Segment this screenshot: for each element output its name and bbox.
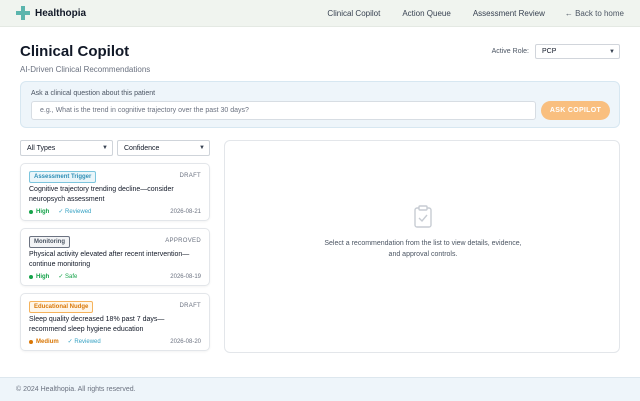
priority-label: Medium [36,338,59,345]
recommendation-type-badge: Educational Nudge [29,301,94,313]
nav-link-assessment-review[interactable]: Assessment Review [473,9,545,18]
nav-link-clinical-copilot[interactable]: Clinical Copilot [327,9,380,18]
top-navigation-bar: Healthopia Clinical Copilot Action Queue… [0,0,640,27]
recommendation-text: Physical activity elevated after recent … [29,251,190,268]
priority-dot-icon [29,209,33,214]
priority-dot-icon [29,274,33,279]
chevron-down-icon: ▼ [609,48,615,55]
confidence-filter-value: Confidence [124,144,160,152]
recommendation-status: DRAFT [179,173,201,179]
page-subtitle: AI-Driven Clinical Recommendations [20,65,151,74]
recommendation-date: 2026-08-20 [170,339,201,345]
brand[interactable]: Healthopia [16,6,86,20]
priority-label: High [36,208,50,215]
recommendation-card[interactable]: Educational Nudge DRAFT Sleep quality de… [20,293,210,351]
recommendation-card[interactable]: Monitoring APPROVED Physical activity el… [20,228,210,286]
type-filter-select[interactable]: All Types ▼ [20,140,113,156]
medical-cross-icon [16,6,30,20]
priority-label: High [36,273,50,280]
clipboard-check-icon [413,205,433,234]
footer-copyright: © 2024 Healthopia. All rights reserved. [16,386,136,393]
ask-question-placeholder: e.g., What is the trend in cognitive tra… [40,107,249,114]
ask-copilot-panel: Ask a clinical question about this patie… [20,81,620,128]
nav-link-action-queue[interactable]: Action Queue [402,9,450,18]
confidence-filter-select[interactable]: Confidence ▼ [117,140,210,156]
ask-question-input[interactable]: e.g., What is the trend in cognitive tra… [31,101,536,120]
review-status: ✓ Reviewed [67,339,101,345]
review-status: ✓ Safe [58,274,78,280]
recommendation-text: Cognitive trajectory trending decline—co… [29,186,174,203]
recommendation-date: 2026-08-21 [170,209,201,215]
page-title: Clinical Copilot [20,43,130,60]
chevron-down-icon: ▼ [102,145,108,151]
nav-links: Clinical Copilot Action Queue Assessment… [305,9,624,18]
recommendation-date: 2026-08-19 [170,274,201,280]
ask-copilot-button[interactable]: ASK COPILOT [541,101,610,120]
back-to-home-link[interactable]: ← Back to home [565,9,624,18]
ask-question-label: Ask a clinical question about this patie… [31,90,156,97]
page-header: Clinical Copilot AI-Driven Clinical Reco… [20,43,150,74]
active-role-select[interactable]: PCP ▼ [535,44,620,59]
recommendation-type-badge: Assessment Trigger [29,171,97,183]
recommendation-meta: Medium ✓ Reviewed [29,338,101,345]
recommendation-status: DRAFT [179,303,201,309]
recommendation-status: APPROVED [165,238,201,244]
recommendation-meta: High ✓ Reviewed [29,208,91,215]
recommendation-card[interactable]: Assessment Trigger DRAFT Cognitive traje… [20,163,210,221]
chevron-down-icon: ▼ [199,145,205,151]
recommendation-type-badge: Monitoring [29,236,70,248]
brand-name: Healthopia [35,7,87,19]
detail-empty-message: Select a recommendation from the list to… [324,240,522,258]
review-status: ✓ Reviewed [58,209,92,215]
footer: © 2024 Healthopia. All rights reserved. [0,377,640,401]
recommendation-meta: High ✓ Safe [29,273,77,280]
type-filter-value: All Types [27,144,56,152]
active-role-value: PCP [542,48,557,55]
recommendation-text: Sleep quality decreased 18% past 7 days—… [29,316,165,333]
priority-dot-icon [29,339,33,344]
active-role: Active Role: PCP ▼ [492,44,620,59]
active-role-label: Active Role: [491,48,529,55]
recommendation-detail-panel: Select a recommendation from the list to… [224,140,620,353]
